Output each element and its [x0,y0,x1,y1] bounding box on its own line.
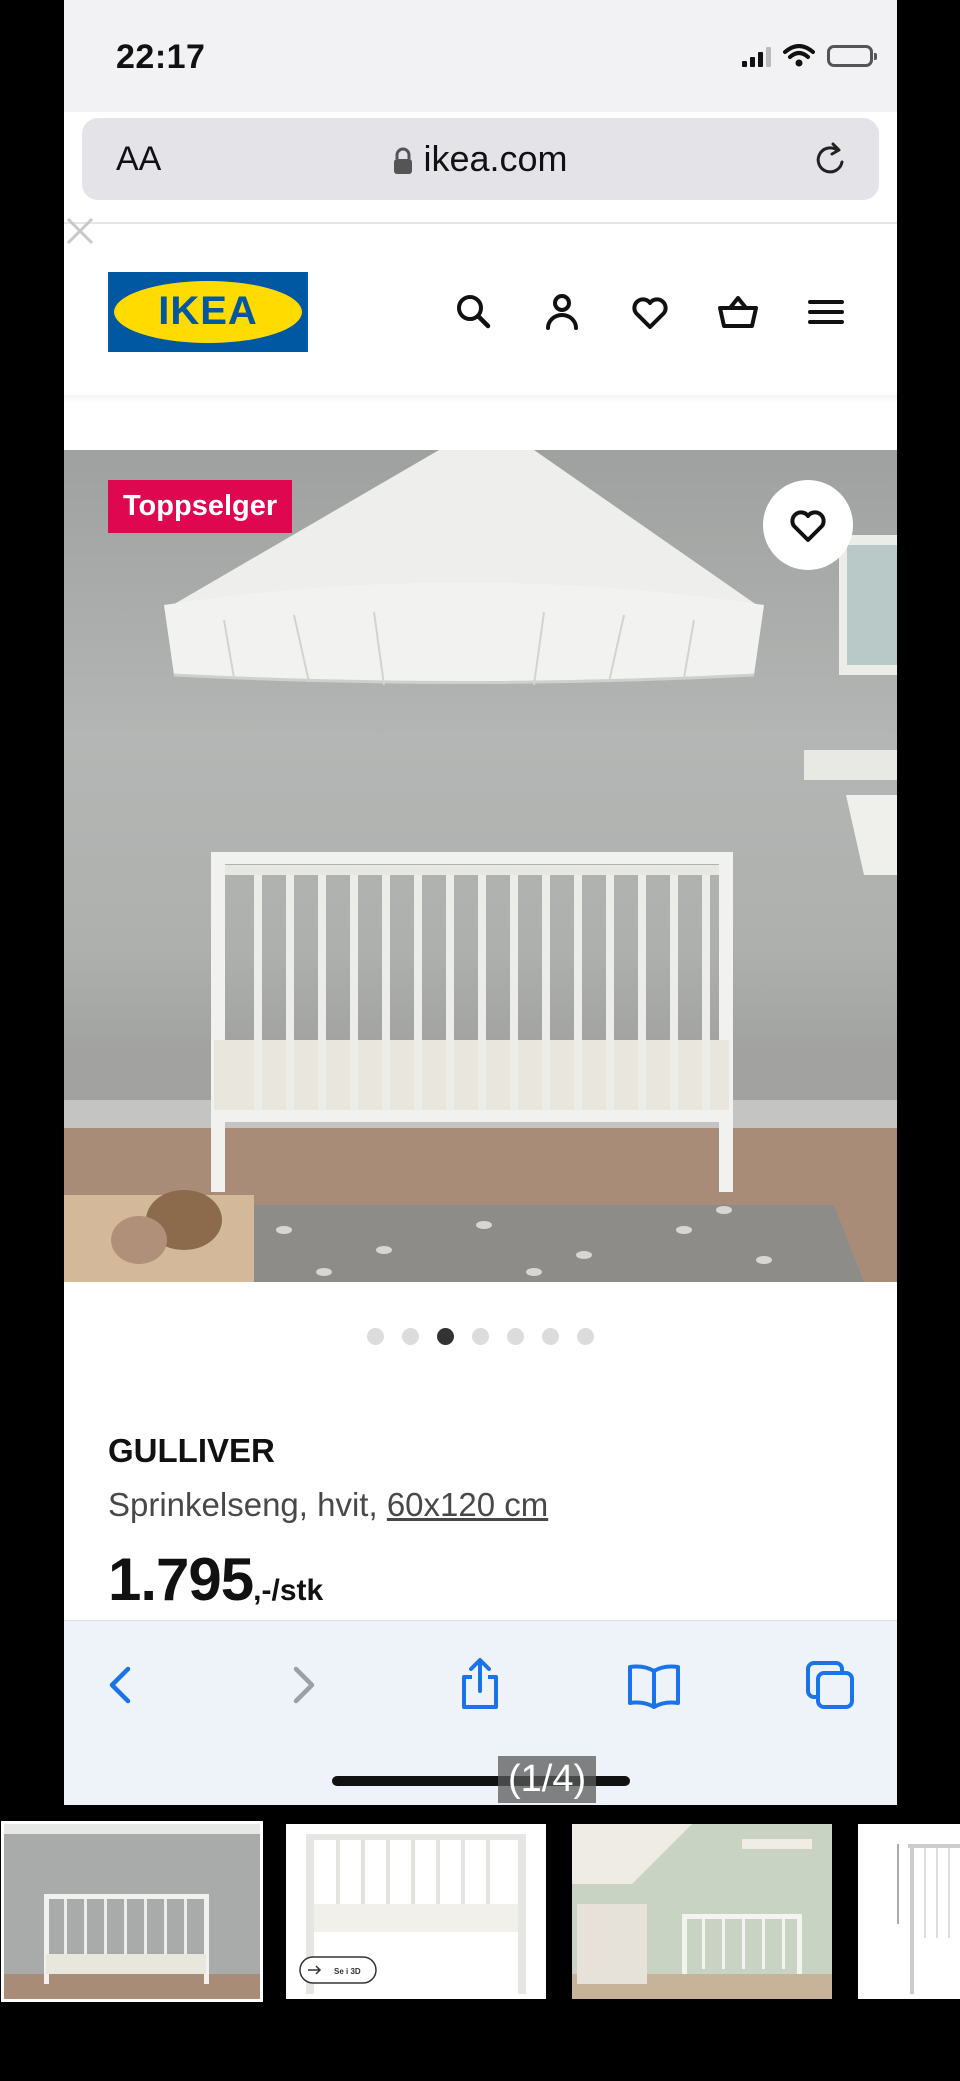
url-display[interactable]: ikea.com [82,138,879,180]
reload-icon[interactable] [811,140,851,180]
basket-icon[interactable] [716,290,760,334]
ikea-logo[interactable]: IKEA [108,272,308,352]
url-text: ikea.com [423,138,568,179]
product-size-link[interactable]: 60x120 cm [387,1486,548,1523]
crib-photo [64,450,897,1282]
thumbnail-1[interactable] [1,1821,263,2002]
cellular-signal-icon [742,45,771,67]
thumbnail-crib-product [299,1834,526,1994]
thumbnail-2[interactable]: Se i 3D [286,1824,546,1999]
user-icon[interactable] [540,290,584,334]
status-icons [742,44,877,68]
status-bar: 22:17 [64,0,897,112]
thumbnail-3[interactable] [572,1824,832,1999]
logo-text: IKEA [158,289,258,333]
forward-icon[interactable] [274,1657,330,1713]
product-image[interactable]: Toppselger [64,450,897,1282]
product-description: Sprinkelseng, hvit, 60x120 cm [108,1486,548,1524]
search-icon[interactable] [452,290,496,334]
carousel-dot[interactable] [507,1328,524,1345]
bestseller-badge: Toppselger [108,480,293,533]
carousel-dot[interactable] [402,1328,419,1345]
close-icon[interactable] [64,205,106,257]
price-amount: 1.795 [108,1546,254,1613]
back-icon[interactable] [94,1657,150,1713]
wifi-icon [783,44,815,67]
divider [64,222,897,224]
header-shadow [64,395,897,403]
thumbnail-nursery-room [572,1824,832,1999]
lock-icon [394,148,413,175]
view-3d-label: Se i 3D [334,1967,361,1976]
menu-icon[interactable] [804,290,848,334]
bookmarks-icon[interactable] [626,1657,682,1713]
tabs-icon[interactable] [802,1657,858,1713]
thumbnail-strip: Se i 3D [0,1821,960,2002]
product-name: GULLIVER [108,1432,275,1469]
thumbnail-crib-room [4,1824,260,1999]
carousel-dot[interactable] [542,1328,559,1345]
heart-icon [790,510,826,542]
carousel-dot[interactable] [472,1328,489,1345]
price-suffix: ,-/stk [253,1574,324,1607]
product-type: Sprinkelseng, hvit, [108,1486,378,1523]
carousel-dot[interactable] [577,1328,594,1345]
image-carousel-dots [64,1328,897,1345]
thumbnail-crib-dimensions [897,1844,960,1994]
share-icon[interactable] [452,1657,508,1713]
image-page-counter: (1/4) [498,1756,597,1803]
phone-screen: 22:17 AA ikea.com IKEA Toppselger GULLIV… [64,0,897,1805]
heart-icon[interactable] [628,290,672,334]
favourite-button[interactable] [763,480,853,570]
address-bar[interactable]: AA ikea.com [82,118,879,200]
carousel-dot[interactable] [367,1328,384,1345]
status-time: 22:17 [116,38,206,76]
thumbnail-4[interactable] [858,1824,960,1999]
carousel-dot[interactable] [437,1328,454,1345]
battery-icon [827,45,877,67]
product-price: 1.795,-/stk [108,1545,323,1614]
